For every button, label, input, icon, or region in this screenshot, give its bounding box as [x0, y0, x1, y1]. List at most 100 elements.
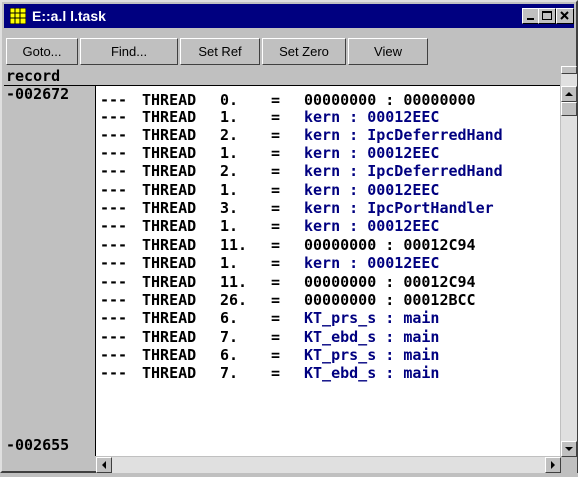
thread-row-dash: ---	[100, 217, 128, 235]
thread-row-val: kern : 00012EEC	[304, 144, 440, 162]
record-top-label: -002672	[6, 85, 70, 103]
vertical-scrollbar-top-stub[interactable]	[561, 66, 577, 74]
thread-list[interactable]: --- THREAD 0. = 00000000 : 00000000 --- THREAD…	[96, 86, 560, 456]
window-title: E::a.l l.task	[32, 8, 106, 24]
thread-row-eq: =	[271, 273, 281, 291]
thread-row-kind: THREAD	[142, 126, 197, 144]
thread-row-dash: ---	[100, 364, 128, 382]
set-zero-button[interactable]: Set Zero	[262, 38, 346, 65]
thread-row-val: kern : IpcDeferredHand	[304, 162, 503, 180]
thread-row-kind: THREAD	[142, 144, 197, 162]
set-ref-button[interactable]: Set Ref	[180, 38, 260, 65]
thread-row-kind: THREAD	[142, 236, 197, 254]
vertical-scroll-thumb[interactable]	[561, 102, 577, 116]
thread-row-kind: THREAD	[142, 91, 197, 109]
maximize-icon	[542, 11, 552, 20]
thread-row-kind: THREAD	[142, 199, 197, 217]
thread-row-kind: THREAD	[142, 273, 197, 291]
scroll-down-button[interactable]	[561, 441, 577, 457]
thread-row-val: 00000000 : 00012C94	[304, 236, 476, 254]
thread-row-dash: ---	[100, 126, 128, 144]
thread-row-eq: =	[271, 144, 281, 162]
thread-row-num: 1.	[220, 108, 239, 126]
title-bar[interactable]: E::a.l l.task	[4, 4, 574, 28]
thread-row-dash: ---	[100, 309, 128, 327]
thread-row-dash: ---	[100, 328, 128, 346]
thread-row-eq: =	[271, 217, 281, 235]
thread-row-val: KT_prs_s : main	[304, 346, 440, 364]
thread-row-val: KT_prs_s : main	[304, 309, 440, 327]
thread-row-eq: =	[271, 126, 281, 144]
app-grid-icon[interactable]	[10, 8, 26, 24]
thread-row-eq: =	[271, 364, 281, 382]
thread-row-eq: =	[271, 328, 281, 346]
thread-row-kind: THREAD	[142, 254, 197, 272]
thread-row-val: kern : 00012EEC	[304, 181, 440, 199]
goto-button[interactable]: Goto...	[6, 38, 78, 65]
record-column: -002672 -002655	[4, 86, 96, 456]
thread-row-num: 11.	[220, 236, 248, 254]
thread-row-val: KT_ebd_s : main	[304, 328, 440, 346]
thread-row-val: kern : IpcPortHandler	[304, 199, 494, 217]
minimize-icon	[527, 18, 534, 20]
thread-row-val: KT_ebd_s : main	[304, 364, 440, 382]
thread-row-val: kern : 00012EEC	[304, 254, 440, 272]
scrollbar-corner	[561, 457, 577, 473]
thread-row-dash: ---	[100, 273, 128, 291]
thread-row-kind: THREAD	[142, 346, 197, 364]
scroll-left-arrow-icon	[102, 461, 106, 469]
thread-row-dash: ---	[100, 254, 128, 272]
thread-row-eq: =	[271, 199, 281, 217]
thread-row-val: 00000000 : 00000000	[304, 91, 476, 109]
scroll-left-button[interactable]	[96, 457, 112, 473]
thread-row-dash: ---	[100, 108, 128, 126]
thread-row-eq: =	[271, 309, 281, 327]
vertical-scrollbar[interactable]	[561, 66, 577, 457]
view-button[interactable]: View	[348, 38, 428, 65]
thread-row-num: 6.	[220, 346, 239, 364]
thread-row-num: 1.	[220, 254, 239, 272]
thread-row-eq: =	[271, 91, 281, 109]
thread-row-val: 00000000 : 00012BCC	[304, 291, 476, 309]
thread-row-num: 2.	[220, 162, 239, 180]
scroll-up-arrow-icon	[565, 92, 573, 96]
thread-row-dash: ---	[100, 199, 128, 217]
maximize-button[interactable]	[538, 8, 556, 24]
close-button[interactable]	[556, 8, 574, 24]
thread-row-kind: THREAD	[142, 108, 197, 126]
thread-row-eq: =	[271, 108, 281, 126]
thread-row-num: 0.	[220, 91, 239, 109]
close-icon	[560, 11, 569, 20]
thread-row-dash: ---	[100, 181, 128, 199]
horizontal-scrollbar[interactable]	[96, 457, 561, 473]
thread-row-eq: =	[271, 346, 281, 364]
thread-row-num: 1.	[220, 144, 239, 162]
thread-row-num: 6.	[220, 309, 239, 327]
thread-row-kind: THREAD	[142, 328, 197, 346]
record-column-header: record	[6, 67, 61, 85]
thread-row-num: 26.	[220, 291, 248, 309]
thread-row-num: 1.	[220, 217, 239, 235]
thread-row-val: kern : 00012EEC	[304, 108, 440, 126]
thread-row-eq: =	[271, 254, 281, 272]
thread-row-eq: =	[271, 236, 281, 254]
find-button[interactable]: Find...	[80, 38, 178, 65]
record-bottom-label: -002655	[6, 436, 70, 454]
thread-row-dash: ---	[100, 346, 128, 364]
thread-row-kind: THREAD	[142, 217, 197, 235]
thread-row-dash: ---	[100, 291, 128, 309]
thread-row-num: 3.	[220, 199, 239, 217]
thread-row-kind: THREAD	[142, 162, 197, 180]
thread-row-num: 2.	[220, 126, 239, 144]
scroll-right-button[interactable]	[545, 457, 561, 473]
thread-row-eq: =	[271, 162, 281, 180]
thread-row-kind: THREAD	[142, 364, 197, 382]
thread-row-dash: ---	[100, 91, 128, 109]
thread-row-kind: THREAD	[142, 309, 197, 327]
scroll-up-button[interactable]	[561, 86, 577, 102]
toolbar: Goto... Find... Set Ref Set Zero View	[4, 38, 574, 66]
thread-row-val: kern : IpcDeferredHand	[304, 126, 503, 144]
thread-row-num: 7.	[220, 364, 239, 382]
thread-row-num: 1.	[220, 181, 239, 199]
thread-row-num: 7.	[220, 328, 239, 346]
